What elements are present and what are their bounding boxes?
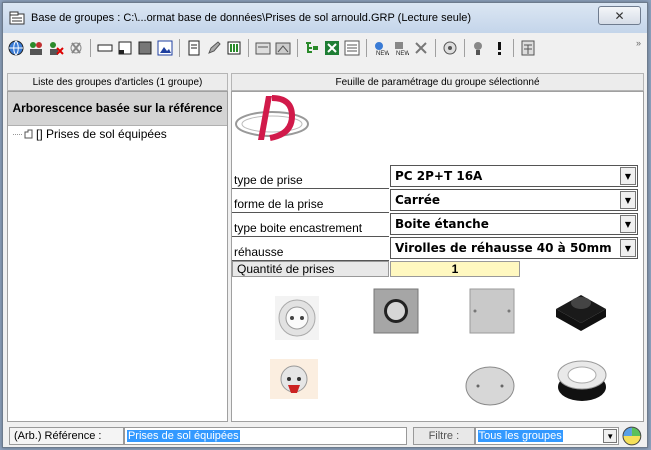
type-de-prise-select[interactable]: PC 2P+T 16A ▼ — [390, 165, 638, 187]
title-bar[interactable]: Base de groupes : C:\...ormat base de do… — [3, 3, 647, 33]
reference-field[interactable]: Prises de sol équipées — [123, 427, 408, 445]
floor-box-image[interactable] — [552, 285, 610, 337]
svg-text:NEW: NEW — [396, 51, 409, 56]
left-panel-header: Liste des groupes d'articles (1 groupe) — [7, 73, 228, 91]
reference-value: Prises de sol équipées — [126, 430, 240, 442]
edit-icon[interactable] — [205, 39, 223, 57]
window-app-icon — [9, 11, 25, 25]
tree-connector-icon: ····· — [12, 129, 23, 139]
left-panel-header-text: Liste des groupes d'articles (1 groupe) — [32, 76, 203, 88]
toolbar-overflow-icon[interactable]: » — [636, 38, 641, 48]
chevron-down-icon[interactable]: ▼ — [620, 239, 636, 257]
status-bar: (Arb.) Référence : Prises de sol équipée… — [7, 426, 643, 446]
select-value: Virolles de réhausse 40 à 50mm — [395, 241, 612, 255]
tree-item-label: [] Prises de sol équipées — [36, 127, 167, 141]
import-icon[interactable] — [274, 39, 292, 57]
export-icon[interactable] — [254, 39, 272, 57]
parameters-table: type de prise PC 2P+T 16A ▼ forme de la … — [232, 165, 642, 277]
close-button[interactable]: ✕ — [598, 6, 641, 25]
delete-icon[interactable] — [412, 39, 430, 57]
new-group-icon[interactable]: NEW — [392, 39, 410, 57]
toolbar-separator — [297, 39, 298, 57]
search-icon[interactable] — [470, 39, 488, 57]
excel-icon[interactable] — [323, 39, 341, 57]
rehausse-select[interactable]: Virolles de réhausse 40 à 50mm ▼ — [390, 237, 638, 259]
quantity-row: Quantité de prises 1 — [232, 261, 642, 277]
param-row: type boite encastrement Boite étanche ▼ — [232, 213, 642, 237]
param-row: forme de la prise Carrée ▼ — [232, 189, 642, 213]
new-field-icon[interactable]: NEW — [372, 39, 390, 57]
list-icon[interactable] — [343, 39, 361, 57]
chevron-down-icon[interactable]: ▼ — [620, 167, 636, 185]
filter-select[interactable]: Tous les groupes ▼ — [474, 427, 620, 445]
group-tree-panel[interactable]: Arborescence basée sur la référence ····… — [7, 91, 228, 422]
chevron-down-icon[interactable]: ▼ — [620, 215, 636, 233]
image-edit-icon[interactable] — [156, 39, 174, 57]
reference-label: (Arb.) Référence : — [9, 427, 124, 445]
round-ring-image[interactable] — [554, 355, 610, 407]
view-icon[interactable] — [441, 39, 459, 57]
alert-icon[interactable] — [490, 39, 508, 57]
param-row: type de prise PC 2P+T 16A ▼ — [232, 165, 642, 189]
square-plate-image[interactable] — [370, 285, 422, 337]
tree-node-icon — [24, 129, 33, 139]
toolbar-separator — [248, 39, 249, 57]
param-label: forme de la prise — [232, 189, 389, 213]
toolbar-separator — [366, 39, 367, 57]
toolbar-separator — [435, 39, 436, 57]
round-plate-image[interactable] — [462, 363, 518, 409]
tag-icon[interactable] — [225, 39, 243, 57]
tree-icon[interactable] — [303, 39, 321, 57]
chevron-down-icon[interactable]: ▼ — [620, 191, 636, 209]
calculator-icon[interactable] — [519, 39, 537, 57]
svg-text:NEW: NEW — [376, 51, 389, 56]
globe-icon[interactable] — [7, 39, 25, 57]
product-images — [252, 288, 642, 423]
color-wheel-icon[interactable] — [621, 426, 643, 446]
select-value: PC 2P+T 16A — [395, 169, 483, 183]
toolbar-separator — [179, 39, 180, 57]
color-icon[interactable] — [136, 39, 154, 57]
window-title: Base de groupes : C:\...ormat base de do… — [31, 12, 472, 24]
group-add-icon[interactable] — [27, 39, 45, 57]
boite-encastrement-select[interactable]: Boite étanche ▼ — [390, 213, 638, 235]
forme-prise-select[interactable]: Carrée ▼ — [390, 189, 638, 211]
toolbar-separator — [90, 39, 91, 57]
group-delete-icon[interactable] — [47, 39, 65, 57]
toolbar-separator — [513, 39, 514, 57]
param-row: réhausse Virolles de réhausse 40 à 50mm … — [232, 237, 642, 261]
group-settings-panel: type de prise PC 2P+T 16A ▼ forme de la … — [231, 91, 644, 422]
chevron-down-icon[interactable]: ▼ — [603, 429, 618, 443]
param-label: type boite encastrement — [232, 213, 389, 237]
filter-label: Filtre : — [413, 427, 475, 445]
clear-icon[interactable] — [67, 39, 85, 57]
toolbar-separator — [464, 39, 465, 57]
quantity-field[interactable]: 1 — [390, 261, 520, 277]
main-window: Base de groupes : C:\...ormat base de do… — [2, 2, 648, 448]
right-panel-header: Feuille de paramétrage du groupe sélecti… — [231, 73, 644, 91]
select-value: Boite étanche — [395, 217, 489, 231]
toolbar: NEW NEW » — [7, 36, 643, 60]
socket-image[interactable] — [272, 293, 322, 343]
select-value: Carrée — [395, 193, 441, 207]
tree-item[interactable]: ····· [] Prises de sol équipées — [8, 126, 227, 142]
tree-title: Arborescence basée sur la référence — [8, 92, 227, 126]
socket-square-image[interactable] — [266, 355, 322, 403]
param-label: réhausse — [232, 237, 389, 261]
window-icon[interactable] — [116, 39, 134, 57]
document-icon[interactable] — [185, 39, 203, 57]
quantity-label: Quantité de prises — [232, 261, 389, 277]
right-panel-header-text: Feuille de paramétrage du groupe sélecti… — [335, 76, 540, 88]
blank-plate-image[interactable] — [466, 285, 518, 337]
field-icon[interactable] — [96, 39, 114, 57]
company-logo — [235, 95, 309, 141]
param-label: type de prise — [232, 165, 389, 189]
filter-value: Tous les groupes — [477, 430, 563, 442]
tree-title-text: Arborescence basée sur la référence — [12, 101, 223, 115]
close-icon: ✕ — [614, 8, 625, 23]
